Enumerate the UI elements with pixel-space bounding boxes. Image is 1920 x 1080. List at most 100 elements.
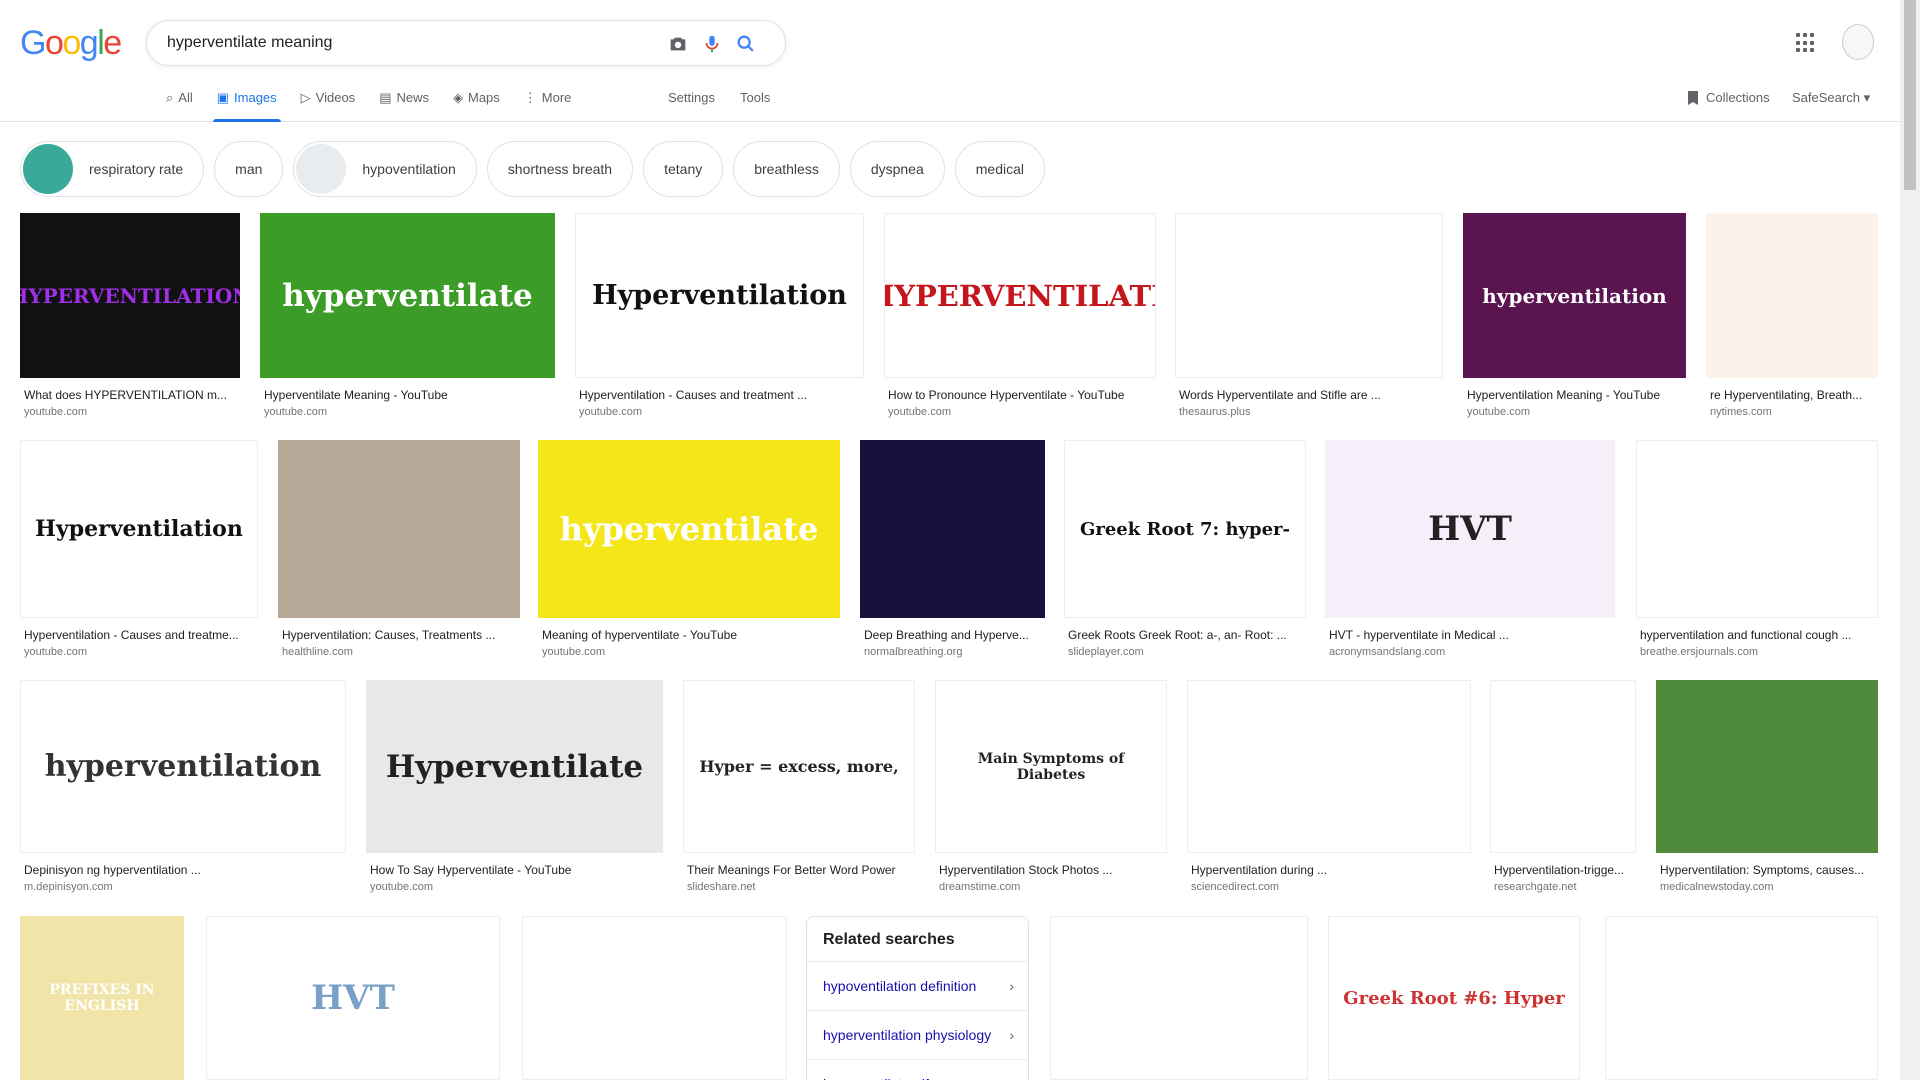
search-input[interactable]: hyperventilate meaning	[167, 34, 332, 52]
apps-grid-icon[interactable]	[1796, 33, 1816, 53]
result-title[interactable]: re Hyperventilating, Breath...	[1710, 388, 1874, 402]
image-result[interactable]: Greek Root #6: Hyper	[1328, 916, 1580, 1080]
result-thumbnail[interactable]: Main Symptoms of Diabetes	[935, 680, 1167, 853]
suggestion-chip[interactable]: tetany	[643, 141, 724, 197]
result-thumbnail[interactable]	[1636, 440, 1878, 618]
result-thumbnail[interactable]: HYPERVENTILATION	[20, 213, 240, 378]
result-thumbnail[interactable]	[1050, 916, 1308, 1080]
result-thumbnail[interactable]: HVT	[1325, 440, 1615, 618]
result-thumbnail[interactable]: PREFIXES IN ENGLISH	[20, 916, 184, 1080]
image-result[interactable]: PREFIXES IN ENGLISH	[20, 916, 184, 1080]
result-thumbnail[interactable]: hyperventilation	[20, 680, 346, 853]
result-title[interactable]: Hyperventilation during ...	[1191, 863, 1467, 877]
suggestion-chip[interactable]: breathless	[733, 141, 840, 197]
result-title[interactable]: Hyperventilation Stock Photos ...	[939, 863, 1163, 877]
settings-link[interactable]: Settings	[668, 90, 715, 105]
related-search-item[interactable]: hypoventilation definition ›	[807, 962, 1028, 1011]
image-result[interactable]: HVT HVT - hyperventilate in Medical ... ac…	[1325, 440, 1615, 662]
collections-link[interactable]: Collections	[1686, 90, 1770, 106]
result-thumbnail[interactable]	[1490, 680, 1636, 853]
tools-link[interactable]: Tools	[740, 90, 770, 105]
camera-icon[interactable]	[667, 33, 689, 55]
image-result[interactable]: HYPERVENTILATION What does HYPERVENTILATI…	[20, 213, 240, 422]
search-box[interactable]: hyperventilate meaning	[146, 20, 786, 66]
result-thumbnail[interactable]	[278, 440, 520, 618]
tab-images[interactable]: ▣ Images	[212, 90, 281, 122]
related-search-item[interactable]: hyperventilate gif ›	[807, 1060, 1028, 1080]
result-title[interactable]: hyperventilation and functional cough ..…	[1640, 628, 1874, 642]
result-thumbnail[interactable]: Hyperventilation	[20, 440, 258, 618]
result-title[interactable]: Deep Breathing and Hyperve...	[864, 628, 1041, 642]
result-thumbnail[interactable]	[1187, 680, 1471, 853]
suggestion-chip[interactable]: respiratory rate	[20, 141, 205, 197]
tab-all[interactable]: ⌕ All	[166, 90, 193, 122]
image-result[interactable]: Words Hyperventilate and Stifle are ... t…	[1175, 213, 1443, 422]
result-thumbnail[interactable]	[860, 440, 1045, 618]
result-thumbnail[interactable]: Greek Root 7: hyper-	[1064, 440, 1306, 618]
suggestion-chip[interactable]: shortness breath	[486, 141, 634, 197]
image-result[interactable]: hyperventilate Meaning of hyperventilate …	[538, 440, 840, 662]
result-title[interactable]: Hyperventilation - Causes and treatme...	[24, 628, 254, 642]
result-title[interactable]: Hyperventilation: Symptoms, causes...	[1660, 863, 1874, 877]
result-thumbnail[interactable]: hyperventilate	[260, 213, 555, 378]
suggestion-chip[interactable]: medical	[954, 141, 1046, 197]
result-title[interactable]: How To Say Hyperventilate - YouTube	[370, 863, 659, 877]
result-title[interactable]: Depinisyon ng hyperventilation ...	[24, 863, 342, 877]
tab-more[interactable]: ⋮ More	[524, 90, 572, 122]
result-title[interactable]: Greek Roots Greek Root: a-, an- Root: ..…	[1068, 628, 1302, 642]
related-search-item[interactable]: hyperventilation physiology ›	[807, 1011, 1028, 1060]
result-thumbnail[interactable]	[1656, 680, 1878, 853]
result-title[interactable]: Hyperventilation Meaning - YouTube	[1467, 388, 1682, 402]
result-title[interactable]: What does HYPERVENTILATION m...	[24, 388, 236, 402]
image-result[interactable]: HVT	[206, 916, 500, 1080]
result-title[interactable]: Words Hyperventilate and Stifle are ...	[1179, 388, 1439, 402]
result-title[interactable]: Meaning of hyperventilate - YouTube	[542, 628, 836, 642]
result-title[interactable]: Hyperventilation-trigge...	[1494, 863, 1632, 877]
image-result[interactable]: hyperventilation Hyperventilation Meaning…	[1463, 213, 1686, 422]
image-result[interactable]: Deep Breathing and Hyperve... normalbreat…	[860, 440, 1045, 662]
image-result[interactable]: hyperventilate Hyperventilate Meaning - Y…	[260, 213, 555, 422]
image-result[interactable]: re Hyperventilating, Breath... nytimes.co…	[1706, 213, 1878, 422]
microphone-icon[interactable]	[701, 33, 723, 55]
image-result[interactable]: Hyper = excess, more, Their Meanings For …	[683, 680, 915, 897]
tab-maps[interactable]: ◈ Maps	[453, 90, 500, 122]
safesearch-toggle[interactable]: SafeSearch ▾	[1792, 90, 1870, 106]
result-thumbnail[interactable]: HVT	[206, 916, 500, 1080]
tab-videos[interactable]: ▷ Videos	[301, 90, 356, 122]
suggestion-chip[interactable]: dyspnea	[849, 141, 945, 197]
image-result[interactable]: Hyperventilation-trigge... researchgate.n…	[1490, 680, 1636, 897]
image-result[interactable]	[1050, 916, 1308, 1080]
image-result[interactable]	[522, 916, 787, 1080]
image-result[interactable]: hyperventilation and functional cough ..…	[1636, 440, 1878, 662]
result-title[interactable]: Hyperventilation - Causes and treatment …	[579, 388, 860, 402]
image-result[interactable]: Hyperventilation during ... sciencedirect…	[1187, 680, 1471, 897]
tab-news[interactable]: ▤ News	[379, 90, 429, 122]
result-thumbnail[interactable]: HYPERVENTILATE	[884, 213, 1156, 378]
result-title[interactable]: Hyperventilation: Causes, Treatments ...	[282, 628, 516, 642]
image-result[interactable]: HYPERVENTILATE How to Pronounce Hypervent…	[884, 213, 1156, 422]
result-thumbnail[interactable]: Greek Root #6: Hyper	[1328, 916, 1580, 1080]
image-result[interactable]: Greek Root 7: hyper- Greek Roots Greek Ro…	[1064, 440, 1306, 662]
result-title[interactable]: How to Pronounce Hyperventilate - YouTub…	[888, 388, 1152, 402]
result-thumbnail[interactable]	[522, 916, 787, 1080]
image-result[interactable]: Hyperventilation: Causes, Treatments ...…	[278, 440, 520, 662]
result-title[interactable]: Their Meanings For Better Word Power	[687, 863, 911, 877]
avatar[interactable]	[1842, 24, 1874, 60]
image-result[interactable]: Hyperventilate How To Say Hyperventilate …	[366, 680, 663, 897]
image-result[interactable]: Hyperventilation Hyperventilation - Cause…	[20, 440, 258, 662]
result-title[interactable]: Hyperventilate Meaning - YouTube	[264, 388, 551, 402]
result-thumbnail[interactable]: Hyper = excess, more,	[683, 680, 915, 853]
result-thumbnail[interactable]	[1706, 213, 1878, 378]
scrollbar-thumb[interactable]	[1904, 0, 1916, 190]
result-thumbnail[interactable]: Hyperventilation	[575, 213, 864, 378]
suggestion-chip[interactable]: hypoventilation	[293, 141, 477, 197]
result-thumbnail[interactable]: Hyperventilate	[366, 680, 663, 853]
image-result[interactable]	[1605, 916, 1878, 1080]
image-result[interactable]: Main Symptoms of Diabetes Hyperventilatio…	[935, 680, 1167, 897]
image-result[interactable]: Hyperventilation Hyperventilation - Cause…	[575, 213, 864, 422]
result-title[interactable]: HVT - hyperventilate in Medical ...	[1329, 628, 1611, 642]
google-logo[interactable]: Google	[20, 24, 122, 63]
image-result[interactable]: Hyperventilation: Symptoms, causes... med…	[1656, 680, 1878, 897]
result-thumbnail[interactable]: hyperventilation	[1463, 213, 1686, 378]
image-result[interactable]: hyperventilation Depinisyon ng hyperventi…	[20, 680, 346, 897]
